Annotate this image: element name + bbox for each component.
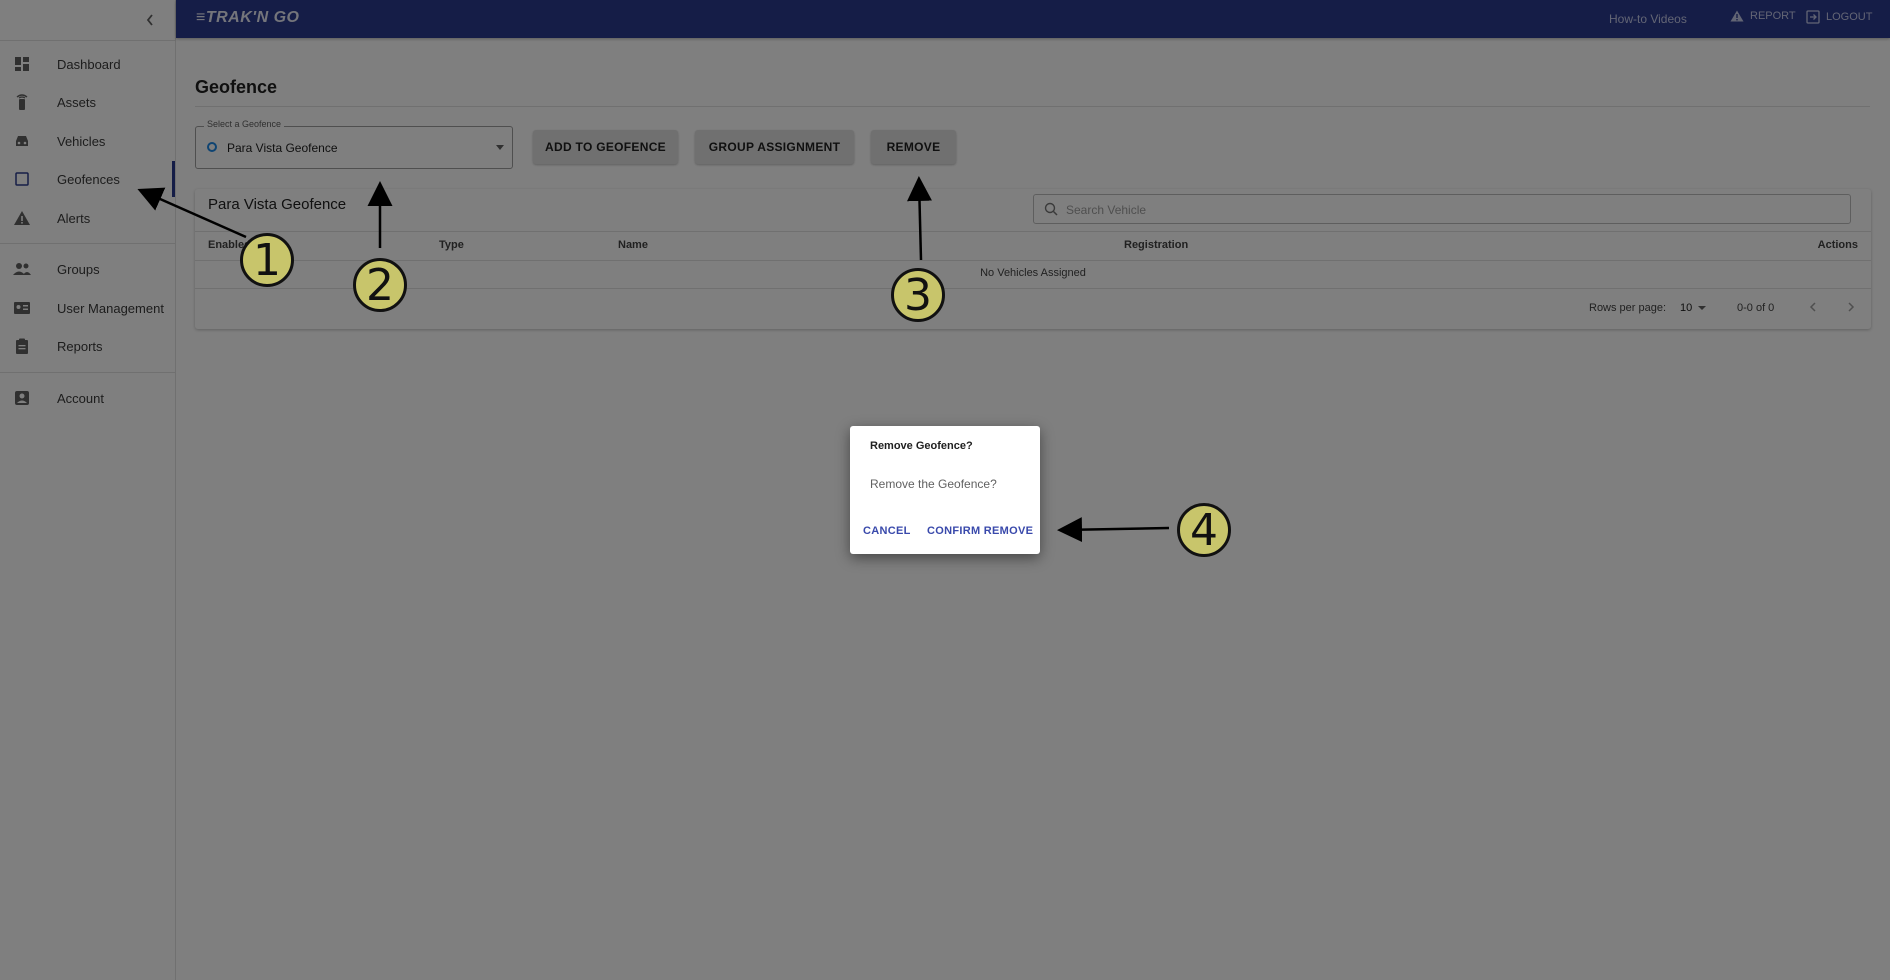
arrow-4 — [1057, 517, 1170, 543]
callout-1: 1 — [240, 233, 294, 287]
callout-2: 2 — [353, 258, 407, 312]
annotation-arrows — [137, 176, 1170, 543]
arrow-3 — [907, 176, 933, 261]
callout-4: 4 — [1177, 503, 1231, 557]
arrow-1 — [137, 187, 247, 239]
callout-3: 3 — [891, 268, 945, 322]
